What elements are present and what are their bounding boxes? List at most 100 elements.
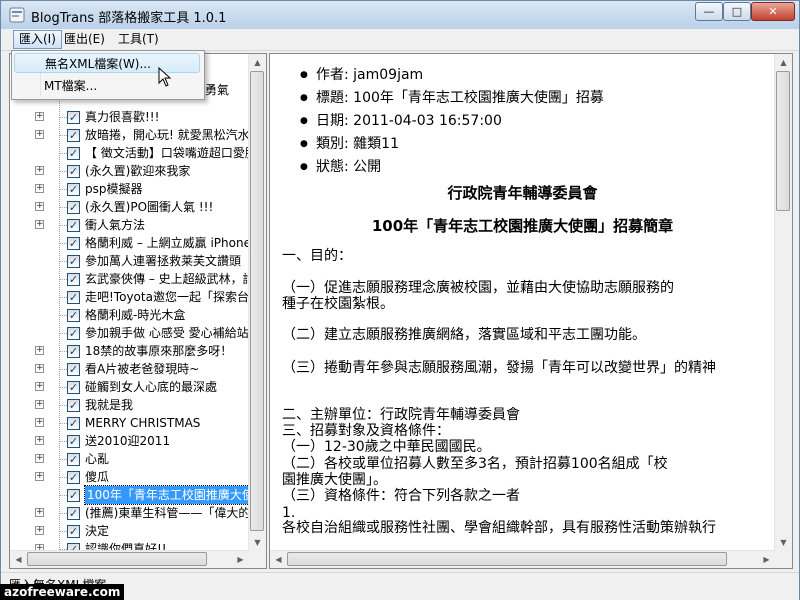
tree-item-checkbox[interactable]: ✓ xyxy=(67,489,80,502)
tree-item[interactable]: + ✓ 碰觸到女人心底的最深處 xyxy=(10,378,254,396)
menu-export[interactable]: 匯出(E) xyxy=(59,31,110,48)
scroll-thumb[interactable] xyxy=(27,552,207,566)
tree-item-checkbox[interactable]: ✓ xyxy=(67,435,80,448)
title-bar[interactable]: BlogTrans 部落格搬家工具 1.0.1 — □ ✕ xyxy=(1,1,799,29)
tree-item-checkbox[interactable]: ✓ xyxy=(67,129,80,142)
tree-item[interactable]: + ✓ 傻瓜 xyxy=(10,468,254,486)
tree-item-label: (永久置)PO圖衝人氣 !!! xyxy=(85,200,214,214)
expand-icon[interactable]: + xyxy=(35,346,44,355)
tree-item-checkbox[interactable]: ✓ xyxy=(67,201,80,214)
expand-icon[interactable]: + xyxy=(35,400,44,409)
tree-item[interactable]: + ✓ 心亂 xyxy=(10,450,254,468)
tree-item[interactable]: + ✓ 決定 xyxy=(10,522,254,540)
scroll-left-arrow-icon[interactable]: ◀ xyxy=(270,551,287,568)
tree-item[interactable]: ✓ 參加萬人連署拯救莱芙文讚頭 xyxy=(10,252,254,270)
tree-item[interactable]: ✓ 【 徵文活動】口袋嘴遊超口愛腦 xyxy=(10,144,257,162)
tree-item[interactable]: ✓ 參加親手做 心感受 愛心補給站網 xyxy=(10,324,257,342)
close-button[interactable]: ✕ xyxy=(751,2,795,21)
tree-item-checkbox[interactable]: ✓ xyxy=(67,147,80,160)
post-tree[interactable]: 四周靈歌例說說很人的勇氣 +✓真力很喜歡!!!+✓放暗捲，開心玩! 就愛黑松汽水… xyxy=(9,53,267,569)
expand-icon[interactable]: + xyxy=(35,166,44,175)
expand-icon[interactable]: + xyxy=(35,418,44,427)
menu-tools[interactable]: 工具(T) xyxy=(113,31,164,48)
tree-item-label: 看A片被老爸發現時~ xyxy=(85,362,200,376)
expand-icon[interactable]: + xyxy=(35,364,44,373)
content-line: （二）各校或單位招募人數至多3名，預計招募100名組成「校 xyxy=(282,456,668,472)
tree-item[interactable]: ✓ 格蘭利威 – 上網立威贏 iPhone! xyxy=(10,234,256,252)
expand-icon[interactable]: + xyxy=(35,184,44,193)
tree-item[interactable]: + ✓ (推薦)東華生科管——「偉大的新 xyxy=(10,504,257,522)
tree-vertical-scrollbar[interactable]: ▲ ▼ xyxy=(248,54,266,551)
menu-item-wretch-xml[interactable]: 無名XML檔案(W)... xyxy=(14,53,200,73)
maximize-button[interactable]: □ xyxy=(723,2,751,21)
tree-item[interactable]: + ✓ 放暗捲，開心玩! 就愛黑松汽水捲 xyxy=(10,126,257,144)
content-line: 園推廣大使團」。 xyxy=(282,472,387,488)
tree-item[interactable]: + ✓ 衝人氣方法 xyxy=(10,216,254,234)
tree-item-checkbox[interactable]: ✓ xyxy=(67,309,80,322)
scroll-thumb[interactable] xyxy=(776,71,790,211)
tree-item[interactable]: ✓ 格蘭利威-時光木盒 xyxy=(10,306,254,324)
preview-horizontal-scrollbar[interactable]: ◀ ▶ xyxy=(270,550,775,568)
menu-item-mt-file[interactable]: MT檔案... xyxy=(14,76,200,96)
tree-item[interactable]: ✓ 100年「青年志工校園推廣大使團 xyxy=(10,485,258,505)
expand-icon[interactable]: + xyxy=(35,508,44,517)
expand-icon[interactable]: + xyxy=(35,202,44,211)
tree-item-checkbox[interactable]: ✓ xyxy=(67,345,80,358)
expand-icon[interactable]: + xyxy=(35,454,44,463)
window-title: BlogTrans 部落格搬家工具 1.0.1 xyxy=(31,11,227,26)
scroll-right-arrow-icon[interactable]: ▶ xyxy=(758,551,775,568)
tree-item[interactable]: + ✓ psp模擬器 xyxy=(10,180,254,198)
scroll-thumb[interactable] xyxy=(250,71,264,531)
tree-item-checkbox[interactable]: ✓ xyxy=(67,381,80,394)
tree-item-checkbox[interactable]: ✓ xyxy=(67,471,80,484)
tree-item[interactable]: + ✓ (永久置)歡迎來我家 xyxy=(10,162,254,180)
expand-icon[interactable]: + xyxy=(35,220,44,229)
expand-icon[interactable]: + xyxy=(35,112,44,121)
expand-icon[interactable]: + xyxy=(35,130,44,139)
tree-item[interactable]: + ✓ 我就是我 xyxy=(10,396,254,414)
expand-icon[interactable]: + xyxy=(35,526,44,535)
scroll-thumb[interactable] xyxy=(287,552,727,566)
tree-item[interactable]: ✓ 玄武豪俠傳 – 史上超級武林，請練 xyxy=(10,270,257,288)
tree-item-checkbox[interactable]: ✓ xyxy=(67,237,80,250)
expand-icon[interactable]: + xyxy=(35,382,44,391)
tree-item-checkbox[interactable]: ✓ xyxy=(67,507,80,520)
tree-item[interactable]: + ✓ 18禁的故事原來那麼多呀！ xyxy=(10,342,254,360)
tree-item-checkbox[interactable]: ✓ xyxy=(67,417,80,430)
content-line: （三）資格條件：符合下列各款之一者 xyxy=(282,488,520,504)
minimize-button[interactable]: — xyxy=(695,2,723,21)
tree-item-checkbox[interactable]: ✓ xyxy=(67,111,80,124)
tree-horizontal-scrollbar[interactable]: ◀ ▶ xyxy=(10,550,249,568)
tree-item-checkbox[interactable]: ✓ xyxy=(67,327,80,340)
tree-item-checkbox[interactable]: ✓ xyxy=(67,291,80,304)
tree-item-checkbox[interactable]: ✓ xyxy=(67,363,80,376)
tree-item[interactable]: + ✓ (永久置)PO圖衝人氣 !!! xyxy=(10,198,254,216)
tree-item-checkbox[interactable]: ✓ xyxy=(67,399,80,412)
scrollbar-corner xyxy=(249,551,266,568)
expand-icon[interactable]: + xyxy=(35,472,44,481)
tree-item-checkbox[interactable]: ✓ xyxy=(67,255,80,268)
app-window: BlogTrans 部落格搬家工具 1.0.1 — □ ✕ 匯入(I) 匯出(E… xyxy=(0,0,800,600)
tree-item[interactable]: + ✓ 看A片被老爸發現時~ xyxy=(10,360,254,378)
tree-item[interactable]: + ✓ 送2010迎2011 xyxy=(10,432,254,450)
content-line: （一）促進志願服務理念廣被校園，並藉由大使協助志願服務的 xyxy=(282,280,674,296)
tree-item[interactable]: + ✓ 真力很喜歡!!! xyxy=(10,108,254,126)
tree-item[interactable]: ✓ 走吧!Toyota邀您一起「探索台灣 xyxy=(10,288,257,306)
tree-item-checkbox[interactable]: ✓ xyxy=(67,183,80,196)
preview-vertical-scrollbar[interactable]: ▲ ▼ xyxy=(774,54,792,551)
tree-item-checkbox[interactable]: ✓ xyxy=(67,273,80,286)
scroll-down-arrow-icon[interactable]: ▼ xyxy=(775,534,792,551)
scroll-up-arrow-icon[interactable]: ▲ xyxy=(775,54,792,71)
tree-item-checkbox[interactable]: ✓ xyxy=(67,219,80,232)
scroll-down-arrow-icon[interactable]: ▼ xyxy=(249,534,266,551)
tree-item-checkbox[interactable]: ✓ xyxy=(67,165,80,178)
tree-item-checkbox[interactable]: ✓ xyxy=(67,525,80,538)
scroll-right-arrow-icon[interactable]: ▶ xyxy=(232,551,249,568)
tree-item-checkbox[interactable]: ✓ xyxy=(67,453,80,466)
post-preview[interactable]: 作者: jam09jam 標題: 100年「青年志工校園推廣大使團」招募 日期:… xyxy=(269,53,793,569)
menu-import[interactable]: 匯入(I) xyxy=(13,30,62,49)
tree-item[interactable]: + ✓ MERRY CHRISTMAS xyxy=(10,414,254,432)
scroll-left-arrow-icon[interactable]: ◀ xyxy=(10,551,27,568)
expand-icon[interactable]: + xyxy=(35,436,44,445)
scroll-up-arrow-icon[interactable]: ▲ xyxy=(249,54,266,71)
